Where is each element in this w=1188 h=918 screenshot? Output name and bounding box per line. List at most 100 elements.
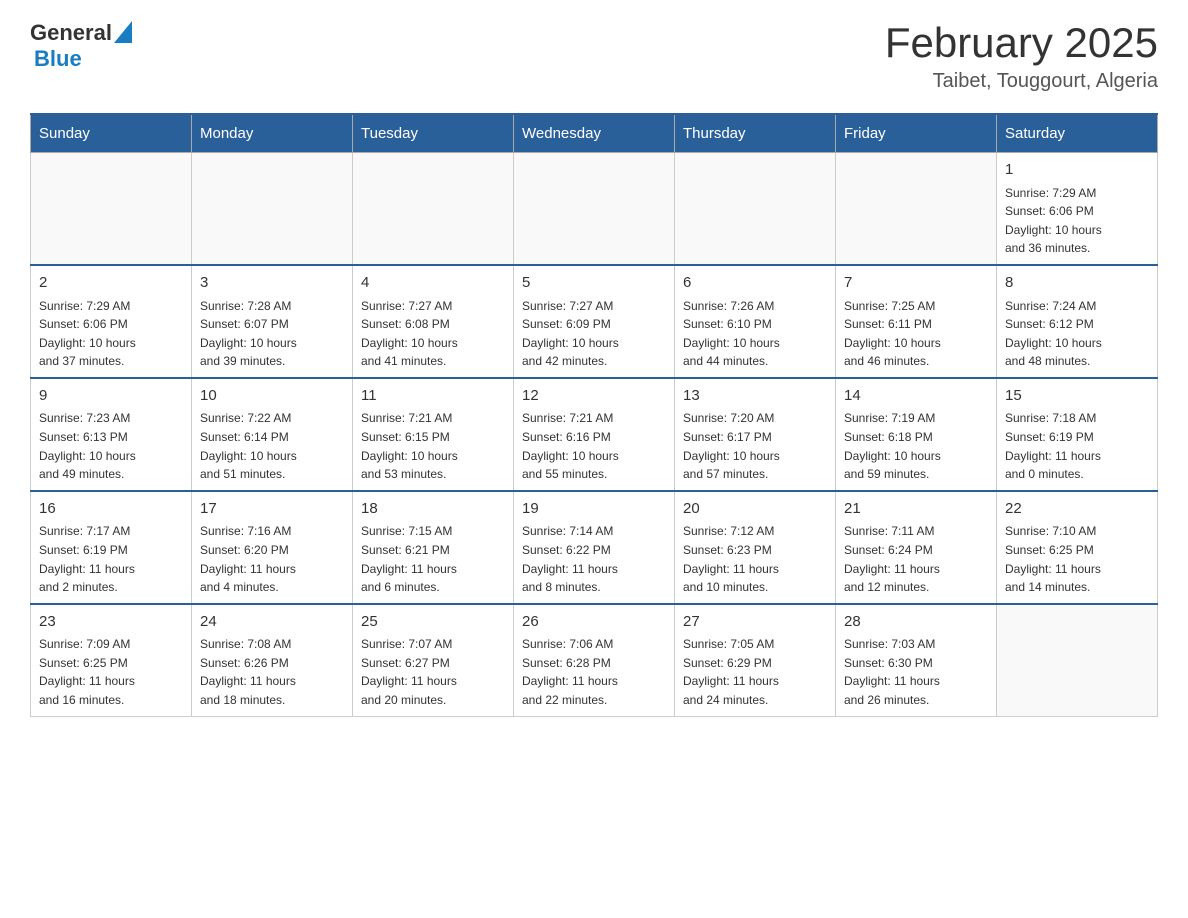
day-number: 21 — [844, 498, 988, 521]
calendar-body: 1Sunrise: 7:29 AMSunset: 6:06 PMDaylight… — [31, 153, 1158, 716]
day-info: Sunrise: 7:14 AMSunset: 6:22 PMDaylight:… — [522, 522, 666, 596]
day-info: Sunrise: 7:06 AMSunset: 6:28 PMDaylight:… — [522, 635, 666, 709]
calendar-cell: 8Sunrise: 7:24 AMSunset: 6:12 PMDaylight… — [997, 265, 1158, 378]
calendar-cell: 16Sunrise: 7:17 AMSunset: 6:19 PMDayligh… — [31, 491, 192, 604]
day-number: 9 — [39, 385, 183, 408]
day-info: Sunrise: 7:25 AMSunset: 6:11 PMDaylight:… — [844, 297, 988, 371]
day-info: Sunrise: 7:07 AMSunset: 6:27 PMDaylight:… — [361, 635, 505, 709]
calendar-cell — [353, 153, 514, 265]
day-info: Sunrise: 7:23 AMSunset: 6:13 PMDaylight:… — [39, 409, 183, 483]
weekday-header-row: SundayMondayTuesdayWednesdayThursdayFrid… — [31, 114, 1158, 153]
calendar-cell: 28Sunrise: 7:03 AMSunset: 6:30 PMDayligh… — [836, 604, 997, 716]
day-number: 1 — [1005, 159, 1149, 182]
calendar-cell: 7Sunrise: 7:25 AMSunset: 6:11 PMDaylight… — [836, 265, 997, 378]
calendar-cell: 20Sunrise: 7:12 AMSunset: 6:23 PMDayligh… — [675, 491, 836, 604]
weekday-header-thursday: Thursday — [675, 114, 836, 153]
day-number: 19 — [522, 498, 666, 521]
day-number: 5 — [522, 272, 666, 295]
title-block: February 2025 Taibet, Touggourt, Algeria — [885, 20, 1158, 93]
day-info: Sunrise: 7:24 AMSunset: 6:12 PMDaylight:… — [1005, 297, 1149, 371]
day-number: 18 — [361, 498, 505, 521]
day-number: 6 — [683, 272, 827, 295]
calendar-cell — [514, 153, 675, 265]
calendar-cell — [997, 604, 1158, 716]
calendar-cell: 17Sunrise: 7:16 AMSunset: 6:20 PMDayligh… — [192, 491, 353, 604]
calendar-week-row: 23Sunrise: 7:09 AMSunset: 6:25 PMDayligh… — [31, 604, 1158, 716]
day-number: 20 — [683, 498, 827, 521]
day-number: 16 — [39, 498, 183, 521]
day-number: 27 — [683, 611, 827, 634]
day-info: Sunrise: 7:09 AMSunset: 6:25 PMDaylight:… — [39, 635, 183, 709]
day-number: 15 — [1005, 385, 1149, 408]
calendar-cell: 24Sunrise: 7:08 AMSunset: 6:26 PMDayligh… — [192, 604, 353, 716]
logo-blue: Blue — [34, 46, 82, 71]
calendar-table: SundayMondayTuesdayWednesdayThursdayFrid… — [30, 113, 1158, 716]
day-number: 11 — [361, 385, 505, 408]
day-number: 13 — [683, 385, 827, 408]
calendar-cell: 21Sunrise: 7:11 AMSunset: 6:24 PMDayligh… — [836, 491, 997, 604]
day-number: 2 — [39, 272, 183, 295]
day-info: Sunrise: 7:29 AMSunset: 6:06 PMDaylight:… — [1005, 184, 1149, 258]
day-info: Sunrise: 7:29 AMSunset: 6:06 PMDaylight:… — [39, 297, 183, 371]
calendar-week-row: 9Sunrise: 7:23 AMSunset: 6:13 PMDaylight… — [31, 378, 1158, 491]
day-number: 28 — [844, 611, 988, 634]
day-number: 8 — [1005, 272, 1149, 295]
calendar-cell: 14Sunrise: 7:19 AMSunset: 6:18 PMDayligh… — [836, 378, 997, 491]
calendar-cell: 18Sunrise: 7:15 AMSunset: 6:21 PMDayligh… — [353, 491, 514, 604]
logo: General Blue — [30, 20, 132, 72]
logo-general: General — [30, 20, 112, 46]
day-info: Sunrise: 7:22 AMSunset: 6:14 PMDaylight:… — [200, 409, 344, 483]
calendar-cell: 11Sunrise: 7:21 AMSunset: 6:15 PMDayligh… — [353, 378, 514, 491]
day-info: Sunrise: 7:16 AMSunset: 6:20 PMDaylight:… — [200, 522, 344, 596]
calendar-week-row: 1Sunrise: 7:29 AMSunset: 6:06 PMDaylight… — [31, 153, 1158, 265]
calendar-cell: 19Sunrise: 7:14 AMSunset: 6:22 PMDayligh… — [514, 491, 675, 604]
day-info: Sunrise: 7:15 AMSunset: 6:21 PMDaylight:… — [361, 522, 505, 596]
page-header: General Blue February 2025 Taibet, Tougg… — [30, 20, 1158, 93]
calendar-cell: 1Sunrise: 7:29 AMSunset: 6:06 PMDaylight… — [997, 153, 1158, 265]
day-info: Sunrise: 7:03 AMSunset: 6:30 PMDaylight:… — [844, 635, 988, 709]
day-info: Sunrise: 7:11 AMSunset: 6:24 PMDaylight:… — [844, 522, 988, 596]
calendar-cell: 9Sunrise: 7:23 AMSunset: 6:13 PMDaylight… — [31, 378, 192, 491]
weekday-header-monday: Monday — [192, 114, 353, 153]
day-info: Sunrise: 7:05 AMSunset: 6:29 PMDaylight:… — [683, 635, 827, 709]
day-number: 14 — [844, 385, 988, 408]
logo-triangle-icon — [114, 21, 132, 43]
day-info: Sunrise: 7:18 AMSunset: 6:19 PMDaylight:… — [1005, 409, 1149, 483]
day-number: 22 — [1005, 498, 1149, 521]
day-number: 23 — [39, 611, 183, 634]
day-number: 7 — [844, 272, 988, 295]
day-info: Sunrise: 7:20 AMSunset: 6:17 PMDaylight:… — [683, 409, 827, 483]
calendar-week-row: 2Sunrise: 7:29 AMSunset: 6:06 PMDaylight… — [31, 265, 1158, 378]
calendar-cell: 4Sunrise: 7:27 AMSunset: 6:08 PMDaylight… — [353, 265, 514, 378]
calendar-cell: 12Sunrise: 7:21 AMSunset: 6:16 PMDayligh… — [514, 378, 675, 491]
day-info: Sunrise: 7:21 AMSunset: 6:16 PMDaylight:… — [522, 409, 666, 483]
weekday-header-saturday: Saturday — [997, 114, 1158, 153]
calendar-cell: 3Sunrise: 7:28 AMSunset: 6:07 PMDaylight… — [192, 265, 353, 378]
day-info: Sunrise: 7:21 AMSunset: 6:15 PMDaylight:… — [361, 409, 505, 483]
calendar-cell: 6Sunrise: 7:26 AMSunset: 6:10 PMDaylight… — [675, 265, 836, 378]
day-info: Sunrise: 7:12 AMSunset: 6:23 PMDaylight:… — [683, 522, 827, 596]
weekday-header-friday: Friday — [836, 114, 997, 153]
day-number: 26 — [522, 611, 666, 634]
day-number: 3 — [200, 272, 344, 295]
day-info: Sunrise: 7:17 AMSunset: 6:19 PMDaylight:… — [39, 522, 183, 596]
calendar-cell: 13Sunrise: 7:20 AMSunset: 6:17 PMDayligh… — [675, 378, 836, 491]
calendar-cell: 15Sunrise: 7:18 AMSunset: 6:19 PMDayligh… — [997, 378, 1158, 491]
calendar-cell: 22Sunrise: 7:10 AMSunset: 6:25 PMDayligh… — [997, 491, 1158, 604]
day-number: 10 — [200, 385, 344, 408]
calendar-week-row: 16Sunrise: 7:17 AMSunset: 6:19 PMDayligh… — [31, 491, 1158, 604]
day-number: 24 — [200, 611, 344, 634]
day-number: 25 — [361, 611, 505, 634]
day-number: 4 — [361, 272, 505, 295]
day-number: 12 — [522, 385, 666, 408]
calendar-subtitle: Taibet, Touggourt, Algeria — [885, 70, 1158, 93]
day-info: Sunrise: 7:10 AMSunset: 6:25 PMDaylight:… — [1005, 522, 1149, 596]
day-info: Sunrise: 7:19 AMSunset: 6:18 PMDaylight:… — [844, 409, 988, 483]
calendar-cell: 10Sunrise: 7:22 AMSunset: 6:14 PMDayligh… — [192, 378, 353, 491]
calendar-cell: 26Sunrise: 7:06 AMSunset: 6:28 PMDayligh… — [514, 604, 675, 716]
calendar-cell — [192, 153, 353, 265]
calendar-cell: 27Sunrise: 7:05 AMSunset: 6:29 PMDayligh… — [675, 604, 836, 716]
calendar-cell — [836, 153, 997, 265]
weekday-header-wednesday: Wednesday — [514, 114, 675, 153]
day-info: Sunrise: 7:28 AMSunset: 6:07 PMDaylight:… — [200, 297, 344, 371]
